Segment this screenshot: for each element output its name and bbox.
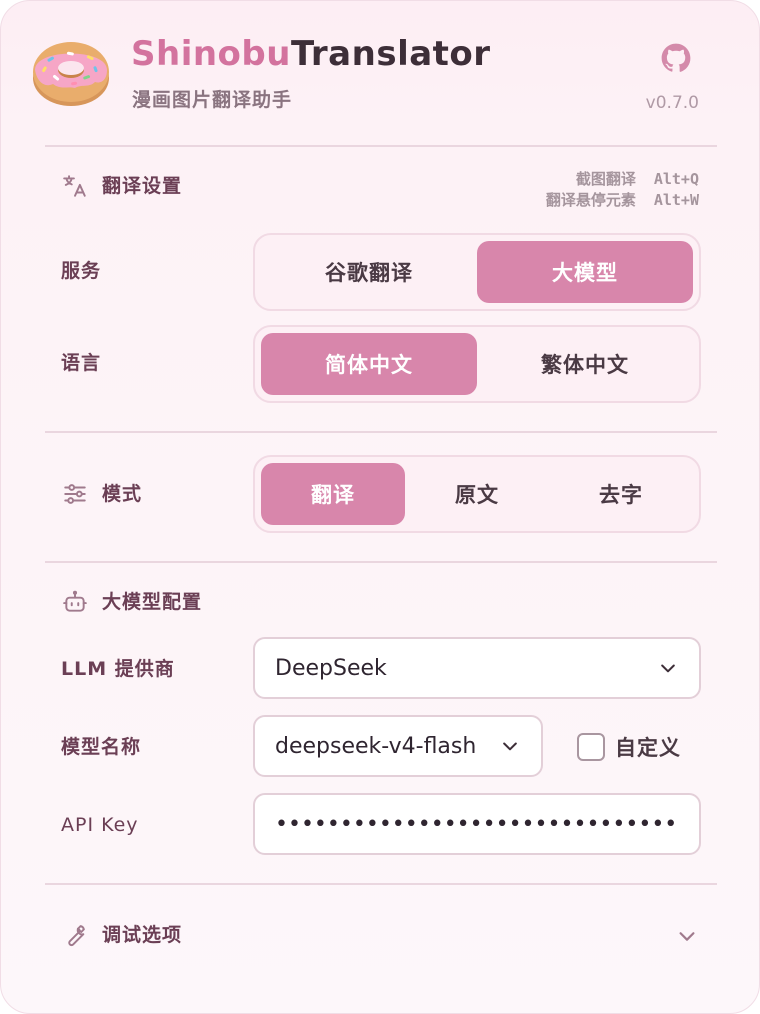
shortcut-row: 截图翻译 Alt+Q <box>546 169 699 190</box>
mode-selector: 翻译 原文 去字 <box>253 455 701 533</box>
app-title: ShinobuTranslator <box>131 31 491 77</box>
section-title-llm: 大模型配置 <box>102 591 203 613</box>
sliders-icon <box>61 480 89 508</box>
shortcut-label: 翻译悬停元素 <box>545 191 636 209</box>
custom-checkbox-label: 自定义 <box>615 736 681 760</box>
chevron-down-icon[interactable] <box>673 922 701 950</box>
divider <box>45 145 717 147</box>
service-option-google[interactable]: 谷歌翻译 <box>261 241 477 303</box>
github-icon[interactable] <box>661 43 691 73</box>
language-option-simplified[interactable]: 简体中文 <box>261 333 477 395</box>
divider <box>45 561 717 563</box>
service-label: 服务 <box>61 260 102 282</box>
api-key-value: ••••••••••••••••••••••••••••••••••• <box>275 811 679 837</box>
shortcut-label: 截图翻译 <box>575 170 636 188</box>
api-key-label: API Key <box>61 814 139 836</box>
section-title-debug[interactable]: 调试选项 <box>102 921 182 949</box>
model-select[interactable]: deepseek-v4-flash <box>253 715 543 777</box>
custom-model-checkbox[interactable]: 自定义 <box>577 732 681 762</box>
language-label: 语言 <box>61 352 102 374</box>
checkbox-box[interactable] <box>577 733 605 761</box>
provider-value: DeepSeek <box>275 655 387 681</box>
provider-select[interactable]: DeepSeek <box>253 637 701 699</box>
mode-option-remove-text[interactable]: 去字 <box>549 463 693 525</box>
donut-logo-icon <box>31 34 111 108</box>
service-selector: 谷歌翻译 大模型 <box>253 233 701 311</box>
translator-panel: ShinobuTranslator 漫画图片翻译助手 v0.7.0 翻译设置 截… <box>0 0 760 1014</box>
app-subtitle: 漫画图片翻译助手 <box>132 89 293 111</box>
model-value: deepseek-v4-flash <box>275 733 477 759</box>
section-title-mode: 模式 <box>102 483 143 505</box>
wrench-icon <box>61 921 89 949</box>
model-label: 模型名称 <box>61 736 142 758</box>
section-title-translate: 翻译设置 <box>102 175 183 197</box>
app-title-part2: Translator <box>290 34 491 74</box>
version-label: v0.7.0 <box>645 93 699 113</box>
shortcut-row: 翻译悬停元素 Alt+W <box>546 190 699 211</box>
language-selector: 简体中文 繁体中文 <box>253 325 701 403</box>
chevron-down-icon <box>499 735 521 757</box>
provider-label: LLM 提供商 <box>61 658 175 680</box>
api-key-input[interactable]: ••••••••••••••••••••••••••••••••••• <box>253 793 701 855</box>
divider <box>45 883 717 885</box>
shortcut-hints: 截图翻译 Alt+Q 翻译悬停元素 Alt+W <box>546 169 699 211</box>
shortcut-key: Alt+W <box>653 191 699 209</box>
robot-icon <box>61 588 89 616</box>
divider <box>45 431 717 433</box>
chevron-down-icon <box>657 657 679 679</box>
shortcut-key: Alt+Q <box>653 170 699 188</box>
language-option-traditional[interactable]: 繁体中文 <box>477 333 693 395</box>
translate-icon <box>61 172 89 200</box>
app-title-part1: Shinobu <box>131 34 291 74</box>
service-option-llm[interactable]: 大模型 <box>477 241 693 303</box>
mode-option-translate[interactable]: 翻译 <box>261 463 405 525</box>
mode-option-original[interactable]: 原文 <box>405 463 549 525</box>
